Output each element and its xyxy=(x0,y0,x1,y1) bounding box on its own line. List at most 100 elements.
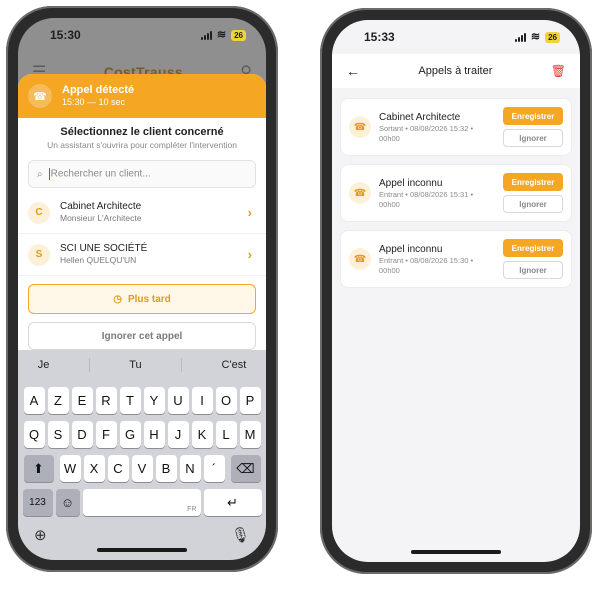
letter-key[interactable]: D xyxy=(71,421,93,448)
letter-key[interactable]: W xyxy=(59,455,81,482)
letter-key[interactable]: F xyxy=(95,421,117,448)
space-key[interactable]: FR xyxy=(82,489,201,516)
call-name: Appel inconnu xyxy=(379,177,443,189)
globe-icon[interactable]: ⊕ xyxy=(34,526,47,544)
letter-key[interactable]: L xyxy=(215,421,237,448)
letter-key[interactable]: C xyxy=(107,455,129,482)
home-indicator[interactable] xyxy=(411,550,501,554)
key-row-2: QSDFGHJKLM xyxy=(18,421,266,448)
ignore-button[interactable]: Ignorer xyxy=(503,129,563,147)
ignore-call-button[interactable]: Ignorer cet appel xyxy=(28,322,256,350)
letter-key[interactable]: G xyxy=(119,421,141,448)
ignore-button[interactable]: Ignorer xyxy=(503,261,563,279)
phone-right: 15:33 ≋ 26 ← Appels à traiter 🗑︎ ☎ Cabin… xyxy=(320,8,592,574)
battery-icon: 26 xyxy=(545,31,560,43)
suggestion-bar: Je Tu C'est xyxy=(18,350,266,380)
client-item[interactable]: C Cabinet Architecte Monsieur L'Architec… xyxy=(18,192,266,234)
battery-icon: 26 xyxy=(231,29,246,41)
screen-right: 15:33 ≋ 26 ← Appels à traiter 🗑︎ ☎ Cabin… xyxy=(332,20,580,562)
phone-call-icon: ☎ xyxy=(349,116,371,138)
letter-key[interactable]: I xyxy=(191,387,213,414)
letter-key[interactable]: V xyxy=(131,455,153,482)
letter-key[interactable]: T xyxy=(119,387,141,414)
letter-key[interactable]: S xyxy=(47,421,69,448)
letter-key[interactable]: E xyxy=(71,387,93,414)
call-card: ☎ Appel inconnu Entrant • 08/08/2026 15:… xyxy=(340,230,572,288)
client-avatar: C xyxy=(28,201,50,224)
letter-key[interactable]: B xyxy=(155,455,177,482)
call-name: Cabinet Architecte xyxy=(379,111,461,123)
call-banner-title: Appel détecté xyxy=(62,84,135,96)
nav-bar: ← Appels à traiter 🗑︎ xyxy=(332,54,580,88)
letter-key[interactable]: X xyxy=(83,455,105,482)
key-row-4: 123 ☺ FR ↵ xyxy=(18,489,266,516)
numbers-key[interactable]: 123 xyxy=(22,489,53,516)
chevron-right-icon: › xyxy=(247,205,252,220)
microphone-icon[interactable]: 🎙︎ xyxy=(231,526,250,544)
letter-key[interactable]: J xyxy=(167,421,189,448)
letter-key[interactable]: Z xyxy=(47,387,69,414)
later-button[interactable]: ◷ Plus tard xyxy=(28,284,256,314)
client-item[interactable]: S SCI UNE SOCIÉTÉ Hellen QUELQU'UN › xyxy=(18,234,266,276)
status-time: 15:33 xyxy=(364,30,395,44)
keyboard-footer: ⊕ 🎙︎ xyxy=(18,516,266,544)
later-label: Plus tard xyxy=(127,293,171,305)
register-button[interactable]: Enregistrer xyxy=(503,173,563,191)
suggestion[interactable]: Tu xyxy=(129,359,141,371)
letter-key[interactable]: Q xyxy=(23,421,45,448)
call-banner-subtitle: 15:30 — 10 sec xyxy=(62,97,126,107)
divider xyxy=(88,358,90,372)
select-subtitle: Un assistant s'ouvrira pour compléter l'… xyxy=(47,140,237,150)
wifi-icon: ≋ xyxy=(216,29,227,41)
status-bar: 15:33 ≋ 26 xyxy=(332,20,580,54)
screen-left: 15:30 ≋ 26 ☰ CostTrauss ⚲ ☎ Appel détect… xyxy=(18,18,266,560)
chevron-right-icon: › xyxy=(247,247,252,262)
letter-key[interactable]: N xyxy=(179,455,201,482)
letter-key[interactable]: P xyxy=(239,387,261,414)
client-name: SCI UNE SOCIÉTÉ xyxy=(60,243,148,254)
register-button[interactable]: Enregistrer xyxy=(503,239,563,257)
text-cursor xyxy=(48,168,50,180)
client-search-input[interactable]: ⌕ Rechercher un client... xyxy=(28,160,256,188)
call-card: ☎ Appel inconnu Entrant • 08/08/2026 15:… xyxy=(340,164,572,222)
call-meta: Entrant • 08/08/2026 15:30 • 00h00 xyxy=(379,255,474,275)
call-card: ☎ Cabinet Architecte Sortant • 08/08/202… xyxy=(340,98,572,156)
signal-icon xyxy=(514,32,526,42)
letter-key[interactable]: ´ xyxy=(203,455,225,482)
suggestion[interactable]: Je xyxy=(38,359,50,371)
status-bar: 15:30 ≋ 26 xyxy=(18,18,266,52)
client-contact: Hellen QUELQU'UN xyxy=(60,255,137,265)
phone-call-icon: ☎ xyxy=(349,248,371,270)
signal-icon xyxy=(200,30,212,40)
ignore-button[interactable]: Ignorer xyxy=(503,195,563,213)
letter-key[interactable]: R xyxy=(95,387,117,414)
suggestion[interactable]: C'est xyxy=(222,359,247,371)
letter-key[interactable]: K xyxy=(191,421,213,448)
keyboard: Je Tu C'est AZERTYUIOP QSDFGHJKLM ⬆ WXCV… xyxy=(18,350,266,560)
letter-key[interactable]: H xyxy=(143,421,165,448)
call-meta: Entrant • 08/08/2026 15:31 • 00h00 xyxy=(379,189,474,209)
home-indicator[interactable] xyxy=(97,548,187,552)
trash-icon[interactable]: 🗑︎ xyxy=(551,64,566,78)
return-key[interactable]: ↵ xyxy=(203,489,262,516)
call-meta: Sortant • 08/08/2026 15:32 • 00h00 xyxy=(379,123,474,143)
client-select-sheet: ☎ Appel détecté 15:30 — 10 sec Sélection… xyxy=(18,74,266,364)
letter-key[interactable]: O xyxy=(215,387,237,414)
clock-icon: ◷ xyxy=(113,293,122,305)
select-title: Sélectionnez le client concerné xyxy=(60,126,224,138)
call-detected-banner: ☎ Appel détecté 15:30 — 10 sec xyxy=(18,74,266,118)
letter-key[interactable]: Y xyxy=(143,387,165,414)
register-button[interactable]: Enregistrer xyxy=(503,107,563,125)
letter-key[interactable]: U xyxy=(167,387,189,414)
backspace-key[interactable]: ⌫ xyxy=(230,455,261,482)
letter-key[interactable]: M xyxy=(239,421,261,448)
emoji-key[interactable]: ☺ xyxy=(55,489,80,516)
client-name: Cabinet Architecte xyxy=(60,201,142,212)
status-time: 15:30 xyxy=(50,28,81,42)
back-arrow-icon[interactable]: ← xyxy=(346,63,360,79)
calls-list: ☎ Cabinet Architecte Sortant • 08/08/202… xyxy=(340,98,572,296)
page-title: Appels à traiter xyxy=(418,65,493,77)
search-placeholder: Rechercher un client... xyxy=(50,168,151,180)
letter-key[interactable]: A xyxy=(23,387,45,414)
shift-key[interactable]: ⬆ xyxy=(23,455,54,482)
